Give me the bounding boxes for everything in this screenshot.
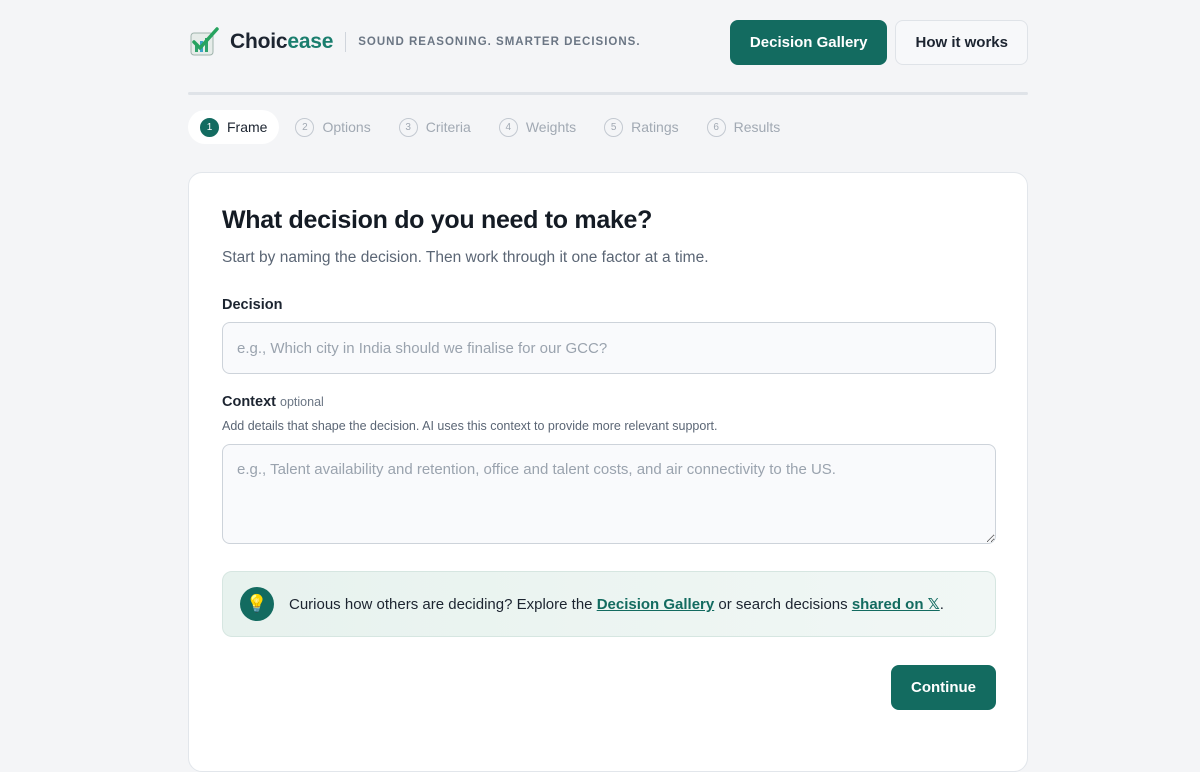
card-actions: Continue xyxy=(222,665,996,710)
app-root: Choicease SOUND REASONING. SMARTER DECIS… xyxy=(188,0,1028,772)
step-number: 3 xyxy=(398,117,418,137)
step-label: Criteria xyxy=(425,119,471,135)
tip-text-after: . xyxy=(939,596,944,613)
gallery-link[interactable]: Decision Gallery xyxy=(597,596,715,613)
step-criteria[interactable]: 3 Criteria xyxy=(387,110,483,144)
continue-button[interactable]: Continue xyxy=(891,665,996,710)
step-number: 4 xyxy=(498,117,518,137)
decision-gallery-button[interactable]: Decision Gallery xyxy=(729,20,888,65)
step-weights[interactable]: 4 Weights xyxy=(487,110,588,144)
context-label-text: Context xyxy=(222,394,276,410)
brand-name-accent: ease xyxy=(287,30,334,53)
context-help-text: Add details that shape the decision. AI … xyxy=(222,419,718,433)
decision-input[interactable] xyxy=(222,322,996,374)
decision-label: Decision xyxy=(222,297,283,313)
tagline: SOUND REASONING. SMARTER DECISIONS. xyxy=(358,36,641,48)
step-label: Options xyxy=(322,119,371,135)
brand-name: Choicease xyxy=(230,30,333,54)
step-results[interactable]: 6 Results xyxy=(695,110,793,144)
shared-on-x-link[interactable]: shared on 𝕏 xyxy=(852,596,940,613)
header-divider xyxy=(188,92,1028,95)
step-number: 6 xyxy=(706,117,726,137)
step-label: Frame xyxy=(227,119,268,135)
brand-name-main: Choic xyxy=(230,30,288,53)
context-textarea[interactable] xyxy=(222,444,996,544)
checkmark-chart-icon xyxy=(190,27,219,56)
step-frame[interactable]: 1 Frame xyxy=(188,110,280,144)
gallery-tip: 💡 Curious how others are deciding? Explo… xyxy=(222,571,996,637)
how-it-works-button[interactable]: How it works xyxy=(895,20,1028,65)
tip-text-before: Curious how others are deciding? Explore… xyxy=(289,596,597,613)
frame-card: What decision do you need to make? Start… xyxy=(188,172,1028,772)
optional-tag: optional xyxy=(280,395,324,409)
lightbulb-icon: 💡 xyxy=(240,587,274,621)
top-nav: Decision Gallery How it works xyxy=(729,20,1028,65)
step-ratings[interactable]: 5 Ratings xyxy=(592,110,690,144)
step-label: Weights xyxy=(525,119,577,135)
step-label: Results xyxy=(733,119,781,135)
step-options[interactable]: 2 Options xyxy=(283,110,382,144)
step-number: 2 xyxy=(295,117,315,137)
tip-text: Curious how others are deciding? Explore… xyxy=(289,595,944,613)
step-label: Ratings xyxy=(631,119,679,135)
page-title: What decision do you need to make? xyxy=(222,206,653,234)
tip-text-middle: or search decisions xyxy=(714,596,852,613)
context-label: Context optional xyxy=(222,394,994,410)
page-subtitle: Start by naming the decision. Then work … xyxy=(222,249,709,266)
stepper: 1 Frame 2 Options 3 Criteria 4 Weights 5… xyxy=(188,110,796,144)
step-number: 5 xyxy=(604,117,624,137)
brand-divider xyxy=(345,32,347,52)
step-number: 1 xyxy=(200,117,219,137)
header: Choicease SOUND REASONING. SMARTER DECIS… xyxy=(188,0,1028,92)
brand[interactable]: Choicease SOUND REASONING. SMARTER DECIS… xyxy=(188,26,641,58)
